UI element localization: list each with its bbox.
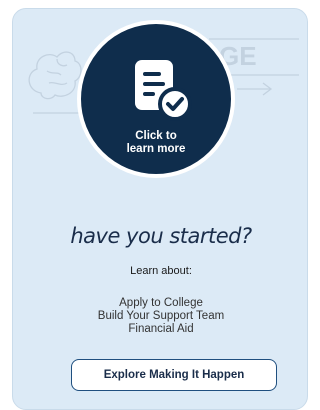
- cta-line-2: learn more: [126, 143, 186, 155]
- topics-list: Apply to College Build Your Support Team…: [13, 297, 307, 336]
- promo-card: GE Click to learn more have you started?…: [12, 8, 308, 410]
- topic-item: Apply to College: [119, 297, 203, 309]
- learn-more-circle[interactable]: Click to learn more: [77, 20, 235, 178]
- explore-making-it-happen-button[interactable]: Explore Making It Happen: [71, 359, 277, 391]
- document-checkmark-icon: [135, 60, 192, 121]
- learn-about-label: Learn about:: [130, 265, 192, 277]
- cta-line-1: Click to: [135, 130, 177, 142]
- headline: have you started?: [70, 224, 252, 248]
- brain-sketch-icon: [28, 51, 82, 100]
- topic-item: Build Your Support Team: [97, 310, 225, 322]
- topic-item: Financial Aid: [128, 323, 194, 335]
- click-to-learn-more-label: Click to learn more: [81, 130, 231, 156]
